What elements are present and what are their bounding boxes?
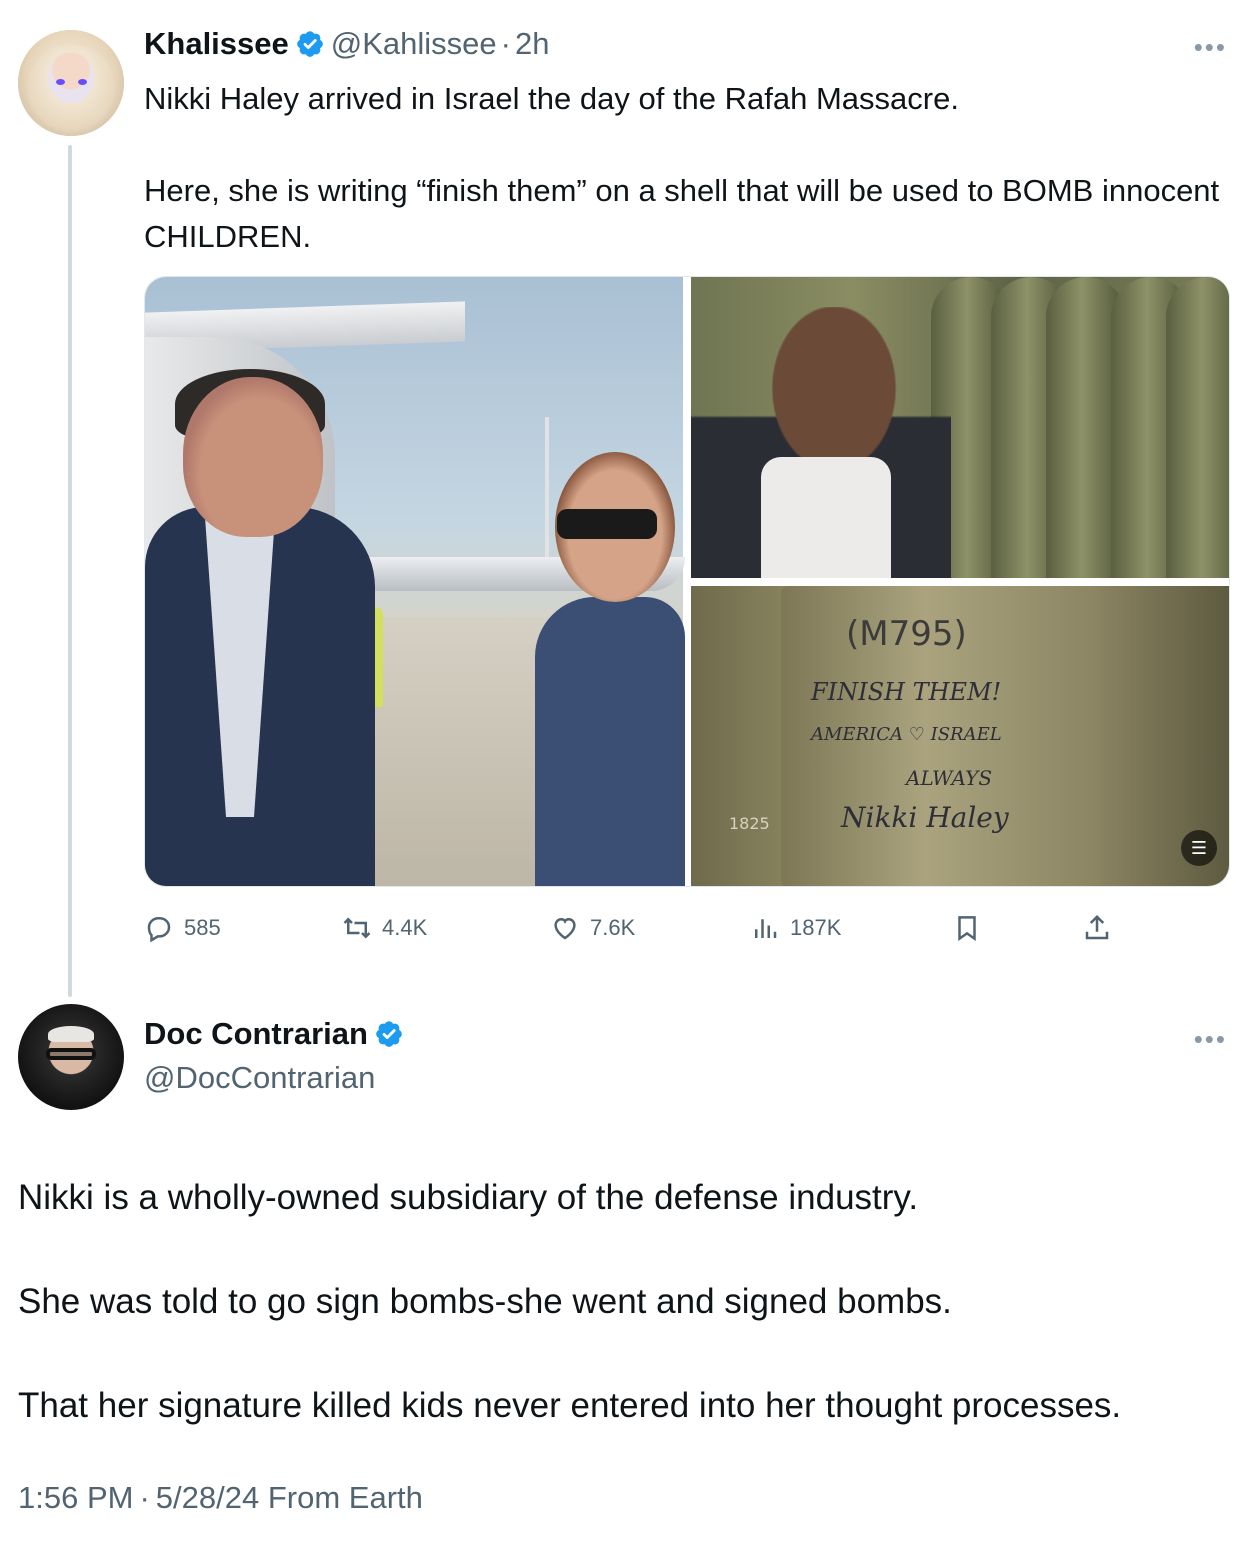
like-button[interactable]: 7.6K	[550, 906, 635, 950]
share-icon	[1085, 914, 1109, 940]
repost-button[interactable]: 4.4K	[342, 906, 427, 950]
text-recognition-icon[interactable]: ☰	[1181, 830, 1217, 866]
verified-badge-icon	[376, 1021, 402, 1047]
share-button[interactable]	[1082, 906, 1112, 950]
shell-inscription: FINISH THEM!	[811, 678, 1002, 706]
tweet-timestamp: 1:56 PM · 5/28/24 From Earth	[18, 1480, 423, 1516]
tweet-date[interactable]: 5/28/24	[156, 1480, 259, 1515]
avatar[interactable]	[18, 30, 124, 136]
shell-signature: Nikki Haley	[841, 801, 1009, 834]
like-count: 7.6K	[590, 915, 636, 940]
tweet-handle-row: @DocContrarian	[144, 1060, 375, 1096]
reply-button[interactable]: 585	[144, 906, 221, 950]
tweet-age[interactable]: 2h	[515, 26, 549, 62]
tweet-text: Nikki Haley arrived in Israel the day of…	[144, 81, 1220, 254]
like-icon	[554, 917, 576, 940]
photo-airport[interactable]	[145, 277, 685, 886]
bookmark-button[interactable]	[952, 906, 982, 950]
separator-dot: ·	[500, 26, 511, 61]
repost-icon	[343, 917, 371, 939]
separator-dot: ·	[139, 1480, 150, 1515]
avatar[interactable]	[18, 1004, 124, 1110]
views-button[interactable]: 187K	[750, 906, 841, 950]
shell-marking: 1825	[729, 814, 770, 833]
bookmark-icon	[958, 916, 976, 942]
author-name[interactable]: Doc Contrarian	[144, 1016, 368, 1052]
photo-signing-shells[interactable]	[691, 277, 1229, 578]
view-count: 187K	[790, 915, 842, 940]
author-handle[interactable]: @DocContrarian	[144, 1060, 375, 1096]
more-dots-icon[interactable]: •••	[1194, 1024, 1227, 1055]
reply-count: 585	[184, 915, 221, 940]
tweet-source: From Earth	[267, 1480, 423, 1515]
views-icon	[755, 919, 777, 938]
tweet-header: Doc Contrarian	[144, 1016, 410, 1052]
more-dots-icon[interactable]: •••	[1194, 32, 1227, 63]
media-grid[interactable]: (M795) FINISH THEM! AMERICA ♡ ISRAEL ALW…	[144, 276, 1230, 887]
shell-inscription: ALWAYS	[906, 766, 993, 790]
tweet-actions: 585 4.4K 7.6K 187K	[144, 906, 1144, 950]
shell-marking: (M795)	[846, 614, 967, 654]
repost-count: 4.4K	[382, 915, 428, 940]
author-handle[interactable]: @Kahlissee	[331, 26, 497, 62]
thread-connector-line	[68, 145, 72, 997]
author-name[interactable]: Khalissee	[144, 26, 289, 62]
reply-icon	[147, 917, 171, 943]
tweet-header: Khalissee @Kahlissee · 2h	[144, 26, 549, 62]
photo-signed-shell[interactable]: (M795) FINISH THEM! AMERICA ♡ ISRAEL ALW…	[691, 586, 1229, 886]
verified-badge-icon	[296, 31, 323, 57]
shell-inscription: AMERICA ♡ ISRAEL	[811, 724, 1002, 745]
tweet-text: Nikki is a wholly-owned subsidiary of th…	[18, 1178, 1122, 1425]
tweet-time[interactable]: 1:56 PM	[18, 1480, 133, 1515]
